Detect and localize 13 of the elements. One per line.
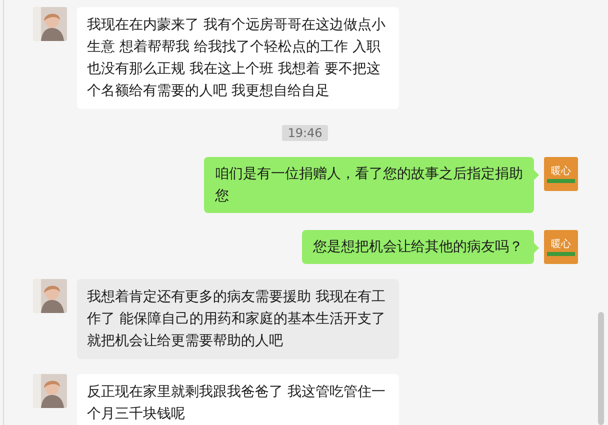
- logo-text: 暖心: [551, 166, 571, 176]
- message-bubble: 您是想把机会让给其他的病友吗？: [302, 230, 534, 264]
- message-bubble: 我现在在内蒙来了 我有个远房哥哥在这边做点小生意 想着帮帮我 给我找了个轻松点的工作 入职也没有那么正规 我在这上个班 我想着 要不把这个名额给有需要的人吧 我更想自给自足: [77, 7, 399, 109]
- message-bubble: 反正现在家里就剩我跟我爸爸了 我这管吃管住一个月三千块钱呢: [77, 374, 399, 425]
- logo-icon: [547, 178, 575, 182]
- bubble-tail: [534, 170, 539, 180]
- message-bubble: 咱们是有一位捐赠人，看了您的故事之后指定捐助您: [204, 157, 534, 213]
- message-bubble: 我想着肯定还有更多的病友需要援助 我现在有工作了 能保障自己的用药和家庭的基本生活开支了就把机会让给更需要帮助的人吧: [77, 279, 399, 359]
- scrollbar[interactable]: [598, 312, 604, 425]
- logo-text: 暖心: [551, 238, 571, 250]
- bubble-tail: [534, 243, 539, 253]
- logo-icon: [547, 252, 575, 256]
- timestamp: 19:46: [282, 125, 328, 141]
